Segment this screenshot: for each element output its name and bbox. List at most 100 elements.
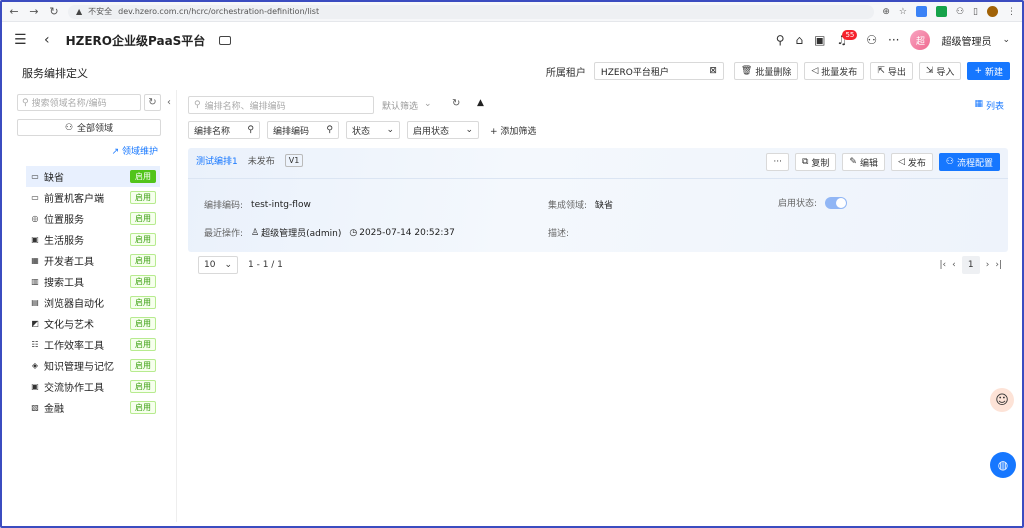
domain-name: 前置机客户端: [44, 194, 104, 205]
copy-button[interactable]: ⧉ 复制: [794, 153, 837, 171]
page-size-value: 10: [204, 260, 216, 270]
tenant-label: 所属租户: [545, 67, 586, 79]
domain-item[interactable]: ◩ 文化与艺术 启用: [26, 313, 160, 334]
sidebar-icon[interactable]: ▯: [973, 7, 978, 17]
orchestration-search-input[interactable]: ⚲ 编排名称、编排编码: [188, 96, 374, 114]
search-icon: ⚲: [247, 125, 254, 135]
orchestration-card[interactable]: 测试编排1 未发布 V1 ··· ⧉ 复制 ✎ 编辑 ◁ 发布 ⚇ 流程配置 编排编码:…: [188, 148, 1008, 252]
domain-item[interactable]: ◈ 知识管理与记忆 启用: [26, 355, 160, 376]
enable-label: 启用状态:: [778, 199, 818, 209]
collapse-chevron-icon[interactable]: ‹: [167, 97, 171, 108]
chevron-down-icon[interactable]: ⌄: [1002, 35, 1010, 45]
more-button[interactable]: ···: [766, 153, 789, 171]
prev-page-icon[interactable]: ‹: [952, 260, 956, 270]
address-bar[interactable]: ▲ 不安全 dev.hzero.com.cn/hcrc/orchestratio…: [68, 4, 875, 19]
filter-enable-status[interactable]: 启用状态 ⌄: [407, 121, 479, 139]
domain-icon: ▣: [31, 235, 39, 244]
domain-item[interactable]: ▤ 浏览器自动化 启用: [26, 292, 160, 313]
menu-icon[interactable]: ☰: [14, 32, 30, 48]
filter-name[interactable]: 编排名称 ⚲: [188, 121, 260, 139]
trash-icon: 🗑: [740, 66, 753, 76]
first-page-icon[interactable]: |‹: [940, 260, 947, 270]
page-size-select[interactable]: 10 ⌄: [198, 256, 238, 274]
card-actions: ··· ⧉ 复制 ✎ 编辑 ◁ 发布 ⚇ 流程配置: [766, 153, 1000, 171]
hierarchy-icon: ⚇: [64, 122, 74, 133]
main-content: ⚲ 编排名称、编排编码 默认筛选 ⌄ ↻ ▲ ▦ 列表 编排名称 ⚲ 编排编码 ⚲ …: [182, 90, 1012, 522]
publish-button[interactable]: ◁ 发布: [890, 153, 933, 171]
bell-icon[interactable]: ♫ 55: [836, 30, 858, 47]
tenant-select[interactable]: HZERO平台租户 ⊠: [593, 62, 724, 80]
export-label: 导出: [887, 67, 906, 78]
assistant-avatar-icon[interactable]: ☺: [990, 388, 1014, 412]
list-view-toggle[interactable]: ▦ 列表: [974, 99, 1004, 112]
clear-icon[interactable]: ⊠: [709, 66, 717, 76]
code-field: 编排编码: test-intg-flow: [204, 198, 311, 212]
extension-icon[interactable]: [915, 6, 927, 17]
star-icon[interactable]: ☆: [899, 7, 907, 17]
app-header: ☰ ‹ HZERO企业级PaaS平台 ⚲ ⌂ ▣ ♫ 55 ⚇ ··· 超 超级管…: [2, 24, 1022, 56]
toolbar: 所属租户 HZERO平台租户 ⊠ 🗑 批量删除 ◁ 批量发布 ⇱ 导出 ⇲ 导入 + 新建: [546, 62, 1010, 80]
status-badge: 启用: [130, 170, 156, 183]
desc-field: 描述:: [548, 226, 569, 239]
screen-icon[interactable]: [219, 35, 232, 45]
card-name[interactable]: 测试编排1: [196, 154, 238, 167]
all-domains-button[interactable]: ⚇ 全部领域: [17, 119, 161, 136]
reload-icon[interactable]: ↻: [48, 5, 60, 18]
avatar[interactable]: 超: [910, 30, 931, 50]
chat-help-icon[interactable]: ◍: [990, 452, 1016, 478]
more-icon[interactable]: ···: [888, 33, 899, 47]
flow-config-button[interactable]: ⚇ 流程配置: [938, 153, 1000, 171]
page-title: 服务编排定义: [22, 67, 88, 80]
enable-toggle[interactable]: [825, 196, 848, 209]
edit-button[interactable]: ✎ 编辑: [842, 153, 885, 171]
domain-item[interactable]: ▧ 金融 启用: [26, 397, 160, 418]
card-status: 未发布: [247, 157, 275, 167]
filter-status[interactable]: 状态 ⌄: [346, 121, 400, 139]
home-icon[interactable]: ⌂: [796, 33, 804, 47]
last-page-icon[interactable]: ›|: [995, 260, 1002, 270]
back-arrow-icon[interactable]: ←: [8, 5, 20, 18]
domain-name: 文化与艺术: [44, 320, 94, 331]
domain-item[interactable]: ▦ 开发者工具 启用: [26, 250, 160, 271]
extension-puzzle-icon[interactable]: ⚇: [956, 7, 964, 17]
back-icon[interactable]: ‹: [44, 32, 50, 48]
domain-icon: ◎: [31, 214, 39, 223]
shirt-icon[interactable]: ⚇: [866, 33, 877, 47]
refresh-icon: ↻: [148, 97, 157, 108]
domain-item[interactable]: ▣ 生活服务 启用: [26, 229, 160, 250]
extension-icon[interactable]: [935, 6, 947, 17]
domain-name: 生活服务: [44, 236, 84, 247]
user-name[interactable]: 超级管理员: [941, 33, 991, 48]
filter-code[interactable]: 编排编码 ⚲: [267, 121, 339, 139]
export-button[interactable]: ⇱ 导出: [870, 62, 913, 80]
domain-item[interactable]: ▭ 缺省 启用: [26, 166, 160, 187]
domain-item[interactable]: ▣ 交流协作工具 启用: [26, 376, 160, 397]
search-icon[interactable]: ⚲: [776, 33, 785, 47]
status-badge: 启用: [130, 233, 156, 246]
clipboard-icon[interactable]: ▣: [814, 33, 825, 47]
domain-name: 交流协作工具: [44, 383, 104, 394]
domain-item[interactable]: ▭ 前置机客户端 启用: [26, 187, 160, 208]
forward-arrow-icon[interactable]: →: [28, 5, 40, 18]
add-filter-button[interactable]: + 添加筛选: [490, 124, 536, 137]
more-vertical-icon[interactable]: ⋮: [1007, 7, 1016, 17]
batch-publish-button[interactable]: ◁ 批量发布: [804, 62, 865, 80]
batch-delete-button[interactable]: 🗑 批量删除: [733, 62, 799, 80]
domain-item[interactable]: ◎ 位置服务 启用: [26, 208, 160, 229]
domain-refresh-button[interactable]: ↻: [144, 94, 161, 111]
notification-badge: 55: [842, 30, 858, 40]
domain-maintain-link[interactable]: ↗ 领域维护: [112, 144, 158, 157]
domain-item[interactable]: ▥ 搜索工具 启用: [26, 271, 160, 292]
refresh-icon[interactable]: ↻: [452, 98, 460, 109]
domain-item[interactable]: ☷ 工作效率工具 启用: [26, 334, 160, 355]
profile-icon[interactable]: [987, 6, 998, 17]
next-page-icon[interactable]: ›: [986, 260, 990, 270]
import-button[interactable]: ⇲ 导入: [918, 62, 962, 80]
create-button[interactable]: + 新建: [967, 62, 1010, 80]
caret-up-icon[interactable]: ▲: [477, 98, 484, 108]
zoom-icon[interactable]: ⊕: [882, 7, 890, 17]
domain-search-input[interactable]: ⚲ 搜索领域名称/编码: [17, 94, 141, 111]
insecure-label: 不安全: [88, 7, 113, 16]
current-page[interactable]: 1: [961, 256, 980, 274]
default-filter-select[interactable]: 默认筛选 ⌄: [382, 99, 432, 112]
